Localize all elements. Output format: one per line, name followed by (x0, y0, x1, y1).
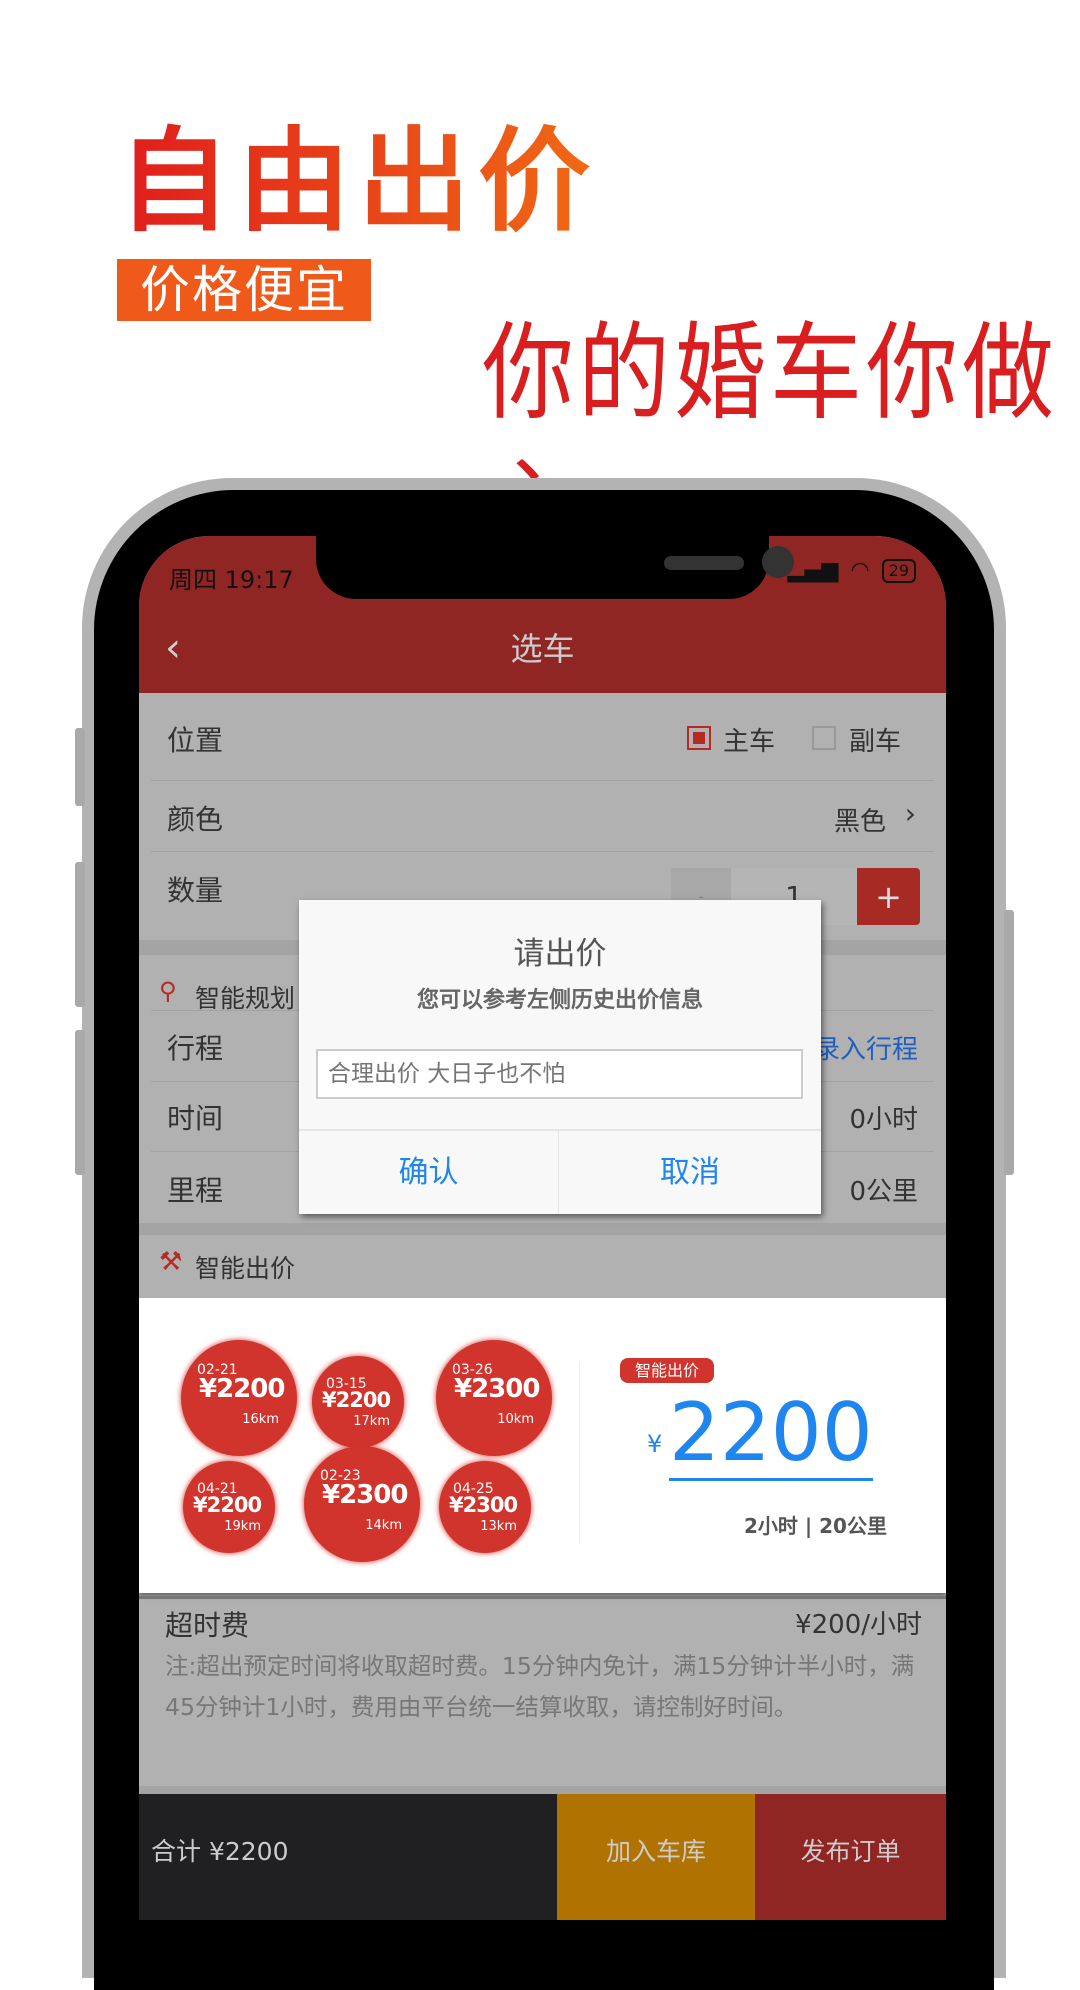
divider (151, 780, 934, 781)
publish-order-button[interactable]: 发布订单 (755, 1794, 946, 1920)
gavel-icon: ⚒ (159, 1247, 183, 1277)
price-history-bubble[interactable]: 03-15 ¥2200 17km (312, 1356, 404, 1448)
section-gap (139, 1223, 946, 1235)
overtime-rate: ¥200/小时 (795, 1610, 922, 1640)
wifi-icon: ◠ (850, 558, 870, 583)
color-value[interactable]: 黑色 (834, 801, 886, 838)
divider (151, 851, 934, 852)
confirm-button[interactable]: 确认 (299, 1131, 558, 1214)
price-history-bubble[interactable]: 03-26 ¥2300 10km (436, 1340, 552, 1456)
suggested-price[interactable]: 2200 (669, 1388, 873, 1481)
price-history-bubble[interactable]: 04-21 ¥2200 19km (183, 1461, 275, 1553)
distance-value: 0公里 (849, 1177, 918, 1207)
section-gap (139, 1786, 946, 1794)
position-label: 位置 (167, 724, 224, 757)
bid-dialog: 请出价 您可以参考左侧历史出价信息 确认 取消 (299, 900, 821, 1214)
phone-side-button (75, 1030, 85, 1175)
smart-price-header: ⚒ 智能出价 (139, 1235, 946, 1298)
cancel-button[interactable]: 取消 (559, 1131, 821, 1214)
sub-car-checkbox[interactable] (812, 726, 836, 750)
phone-side-button (1004, 910, 1014, 1175)
chevron-right-icon[interactable]: › (905, 797, 916, 830)
main-car-label: 主车 (723, 727, 776, 757)
divider (579, 1362, 580, 1543)
bubble-price: ¥2200 (193, 1493, 262, 1517)
smart-price-title: 智能出价 (195, 1254, 296, 1283)
dialog-title: 请出价 (513, 936, 607, 972)
trip-label: 行程 (167, 1032, 224, 1065)
main-car-checkbox[interactable] (687, 726, 711, 750)
smart-price-card: 02-21 ¥2200 16km 03-15 ¥2200 17km 03-26 ¥2… (139, 1298, 946, 1593)
price-history-bubble[interactable]: 04-25 ¥2300 13km (439, 1461, 531, 1553)
smart-price-badge: 智能出价 (620, 1358, 714, 1383)
bubble-price: ¥2300 (454, 1374, 540, 1404)
price-history-bubble[interactable]: 02-23 ¥2300 14km (304, 1446, 420, 1562)
currency-symbol: ¥ (647, 1430, 663, 1458)
quantity-label: 数量 (167, 874, 224, 907)
signal-icon: ▂▄▆ (787, 558, 839, 583)
promo-headline: 自由出价 (118, 112, 598, 252)
overtime-section: 超时费 ¥200/小时 注:超出预定时间将收取超时费。15分钟内免计，满15分钟… (139, 1596, 946, 1786)
overtime-label: 超时费 (165, 1609, 250, 1642)
bubble-distance: 10km (497, 1412, 534, 1427)
price-summary: 2小时 | 20公里 (744, 1514, 887, 1538)
distance-label: 里程 (167, 1174, 224, 1207)
bubble-distance: 14km (365, 1518, 402, 1533)
price-history-bubble[interactable]: 02-21 ¥2200 16km (181, 1340, 297, 1456)
bubble-price: ¥2200 (322, 1388, 391, 1412)
bottom-bar: 合计 ¥2200 加入车库 发布订单 (139, 1794, 946, 1920)
battery-icon: 29 (881, 558, 916, 583)
bubble-distance: 19km (224, 1519, 261, 1534)
color-label: 颜色 (167, 803, 224, 836)
enter-trip-link[interactable]: 录入行程 (814, 1029, 918, 1066)
location-pin-icon: ⚲ (159, 977, 177, 1005)
overtime-note: 注:超出预定时间将收取超时费。15分钟内免计，满15分钟计半小时，满45分钟计1… (165, 1652, 915, 1721)
sub-car-label: 副车 (849, 727, 902, 757)
bubble-price: ¥2200 (199, 1374, 285, 1404)
dialog-subtitle: 您可以参考左侧历史出价信息 (416, 988, 703, 1013)
bubble-distance: 16km (242, 1412, 279, 1427)
total-price: 合计 ¥2200 (139, 1794, 557, 1920)
plus-button[interactable]: + (857, 868, 920, 925)
time-label: 时间 (167, 1102, 224, 1135)
bubble-price: ¥2300 (322, 1480, 408, 1510)
status-icons: ▂▄▆ ◠ 29 (788, 558, 916, 583)
bid-input[interactable] (316, 1049, 803, 1099)
promo-tag: 价格便宜 (117, 259, 371, 321)
divider (139, 1596, 946, 1599)
time-value: 0小时 (849, 1105, 918, 1135)
phone-notch (316, 536, 794, 599)
bubble-distance: 13km (480, 1519, 517, 1534)
phone-screen: 周四 19:17 ▂▄▆ ◠ 29 ‹ 选车 位置 主车 副车 颜色 黑色 › … (139, 536, 946, 1920)
phone-side-button (75, 862, 85, 1007)
status-time: 周四 19:17 (169, 566, 294, 594)
bubble-distance: 17km (353, 1414, 390, 1429)
speaker (664, 556, 744, 570)
phone-side-button (75, 728, 85, 806)
page-title: 选车 (510, 630, 575, 668)
bubble-price: ¥2300 (449, 1493, 518, 1517)
add-garage-button[interactable]: 加入车库 (557, 1794, 755, 1920)
